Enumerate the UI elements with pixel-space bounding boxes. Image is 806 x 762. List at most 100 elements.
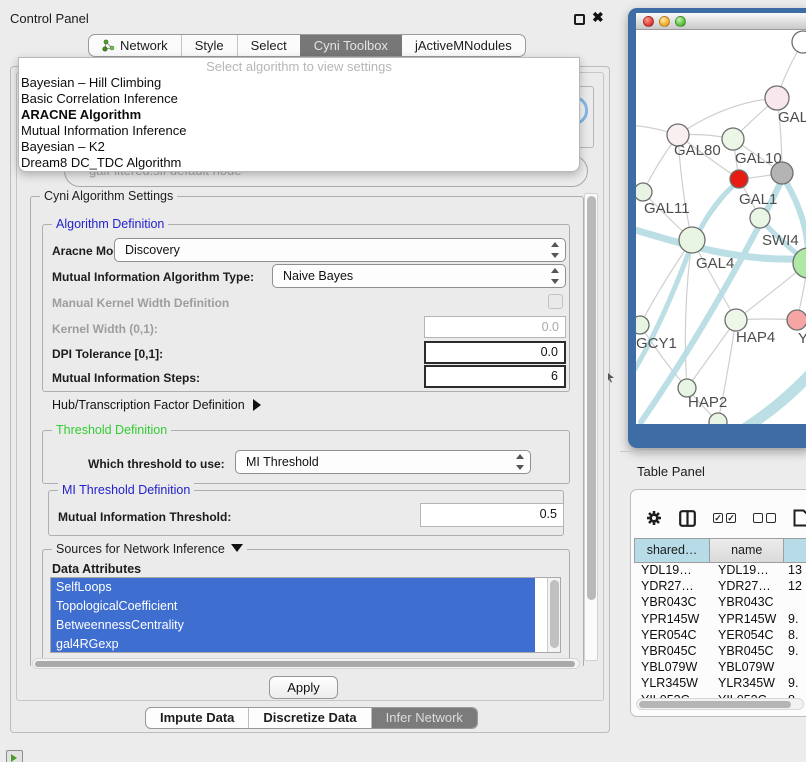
close-window-icon[interactable] [643, 16, 654, 27]
minimize-window-icon[interactable] [659, 16, 670, 27]
control-panel-tabbar: Network Style Select Cyni ToolboxjActiveMNo… [88, 34, 526, 57]
table-row[interactable]: YDR27…YDR27…12 [634, 579, 806, 595]
network-node[interactable] [730, 170, 748, 188]
node-label: GAL1 [739, 191, 777, 208]
table-row[interactable]: YDL19…YDL19…13 [634, 563, 806, 579]
zoom-window-icon[interactable] [675, 16, 686, 27]
tab-cyni-toolbox[interactable]: Cyni Toolbox [300, 35, 401, 56]
table-row[interactable]: YLR345WYLR345W9. [634, 676, 806, 692]
mi-threshold-field[interactable]: 0.5 [420, 503, 564, 527]
table-cell: YLR345W [634, 676, 711, 692]
tab-select[interactable]: Select [237, 35, 300, 56]
which-threshold-combobox[interactable]: MI Threshold [235, 450, 531, 474]
tab-label: Select [251, 38, 287, 53]
dpi-tolerance-label: DPI Tolerance [0,1]: [52, 347, 163, 361]
node-label: GCY1 [636, 335, 677, 352]
expanded-arrow-icon [231, 544, 243, 552]
table-row[interactable]: YER054CYER054C8. [634, 628, 806, 644]
network-node[interactable] [636, 316, 649, 334]
settings-horizontal-scrollbar[interactable] [32, 658, 580, 669]
network-node[interactable] [750, 208, 770, 228]
close-panel-icon[interactable]: ✖ [592, 9, 604, 26]
column-header-name[interactable]: name [710, 538, 784, 563]
mi-steps-label: Mutual Information Steps: [52, 371, 200, 385]
algorithm-option-dream8-dc-tdc-algorithm[interactable]: Dream8 DC_TDC Algorithm [19, 155, 579, 171]
kernel-width-field[interactable]: 0.0 [424, 316, 566, 338]
dpi-tolerance-field[interactable]: 0.0 [424, 341, 566, 364]
float-panel-icon[interactable] [574, 14, 585, 25]
table-horizontal-scrollbar[interactable] [636, 698, 804, 710]
node-label: HAP4 [736, 329, 775, 346]
settings-vertical-scrollbar[interactable] [584, 193, 598, 661]
algorithm-option-basic-correlation-inference[interactable]: Basic Correlation Inference [19, 91, 579, 107]
apply-button[interactable]: Apply [269, 676, 338, 699]
algorithm-option-bayesian-k2[interactable]: Bayesian – K2 [19, 139, 579, 155]
algorithm-option-bayesian-hill-climbing[interactable]: Bayesian – Hill Climbing [19, 75, 579, 91]
node-label: GAL [778, 109, 806, 126]
table-cell [786, 660, 806, 676]
network-canvas[interactable]: GALGAL80GAL10GAL1GAL11SWI4GAL4GCY1HAP4YH… [636, 30, 806, 424]
mi-threshold-label: Mutual Information Threshold: [58, 510, 231, 524]
table-body: YDL19…YDL19…13YDR27…YDR27…12YBR043CYBR04… [634, 563, 806, 709]
network-node[interactable] [709, 413, 727, 424]
network-node[interactable] [792, 31, 806, 53]
tab-network[interactable]: Network [89, 35, 181, 56]
table-cell: YDL19… [711, 563, 786, 579]
column-header-blank[interactable] [784, 538, 806, 563]
aracne-mode-combobox[interactable]: Discovery [114, 238, 566, 262]
cyni-algorithm-settings-title: Cyni Algorithm Settings [40, 189, 177, 203]
mi-type-combobox[interactable]: Naive Bayes [272, 264, 566, 288]
table-cell [786, 595, 806, 611]
restore-panel-button[interactable] [6, 750, 23, 762]
network-node[interactable] [636, 183, 652, 201]
table-row[interactable]: YBR045CYBR045C9. [634, 644, 806, 660]
collapsed-arrow-icon [253, 399, 261, 411]
table-cell: 13 [786, 563, 806, 579]
table-cell: YBR043C [711, 595, 786, 611]
table-cell: 9. [786, 676, 806, 692]
network-node[interactable] [679, 227, 705, 253]
new-table-icon[interactable] [793, 509, 806, 527]
cyni-settings-viewport: Cyni Algorithm Settings Algorithm Defini… [26, 186, 584, 666]
algorithm-option-mutual-information-inference[interactable]: Mutual Information Inference [19, 123, 579, 139]
table-cell: YBL079W [711, 660, 786, 676]
table-cell: YPR145W [634, 612, 711, 628]
tab-discretize-data[interactable]: Discretize Data [248, 708, 370, 728]
table-cell: YBR045C [634, 644, 711, 660]
node-label: GAL11 [644, 200, 690, 217]
table-header-row: shared…name [634, 538, 806, 563]
network-node[interactable] [725, 309, 747, 331]
table-cell: YER054C [634, 628, 711, 644]
mi-threshold-title: MI Threshold Definition [58, 483, 194, 497]
table-row[interactable]: YBL079WYBL079W [634, 660, 806, 676]
deselect-all-checkboxes-icon[interactable] [753, 513, 776, 523]
table-cell: YDR27… [711, 579, 786, 595]
sources-title[interactable]: Sources for Network Inference [52, 542, 247, 556]
split-columns-icon[interactable] [679, 510, 696, 527]
node-attribute-table: shared…name YDL19…YDL19…13YDR27…YDR27…12… [634, 538, 806, 709]
column-header-shared[interactable]: shared… [634, 538, 710, 563]
table-cell: YLR345W [711, 676, 786, 692]
node-label: SWI4 [762, 232, 799, 249]
panel-divider-grip[interactable] [607, 370, 615, 388]
tab-impute-data[interactable]: Impute Data [146, 708, 248, 728]
network-node[interactable] [722, 128, 744, 150]
mi-steps-field[interactable]: 6 [424, 365, 566, 388]
tab-infer-network[interactable]: Infer Network [371, 708, 477, 728]
network-node[interactable] [787, 310, 806, 330]
manual-kernel-checkbox[interactable] [548, 294, 563, 309]
network-node[interactable] [765, 86, 789, 110]
table-row[interactable]: YBR043CYBR043C [634, 595, 806, 611]
tab-jactivemnodules[interactable]: jActiveMNodules [401, 35, 525, 56]
dropdown-option-list: Bayesian – Hill ClimbingBasic Correlatio… [19, 75, 579, 171]
gear-icon[interactable] [646, 510, 662, 526]
select-all-checkboxes-icon[interactable]: ✓✓ [713, 513, 736, 523]
table-cell: YER054C [711, 628, 786, 644]
algorithm-option-aracne-algorithm[interactable]: ARACNE Algorithm [19, 107, 579, 123]
table-cell: 8. [786, 628, 806, 644]
tab-style[interactable]: Style [181, 35, 237, 56]
tab-label: Network [120, 38, 168, 53]
table-row[interactable]: YPR145WYPR145W9. [634, 612, 806, 628]
hub-definition-toggle[interactable]: Hub/Transcription Factor Definition [52, 398, 261, 412]
stepper-arrows-icon [515, 454, 524, 470]
